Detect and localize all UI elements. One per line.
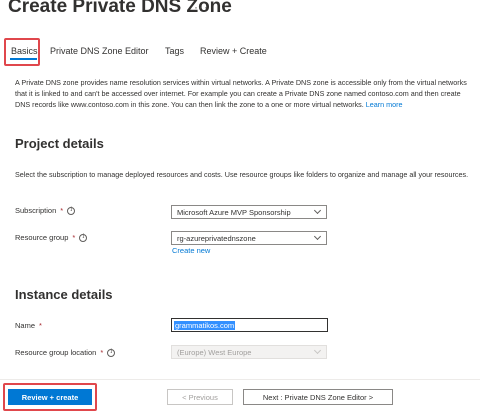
- location-dropdown: (Europe) West Europe: [171, 345, 327, 359]
- info-icon[interactable]: [107, 348, 116, 357]
- previous-button[interactable]: < Previous: [167, 389, 233, 405]
- name-input-value: grammatikos.com: [174, 321, 236, 330]
- required-marker: *: [60, 206, 64, 215]
- required-marker: *: [39, 321, 42, 330]
- subscription-label: Subscription *: [15, 206, 76, 215]
- create-new-link[interactable]: Create new: [172, 246, 210, 255]
- more-options-icon[interactable]: ···: [194, 0, 209, 14]
- location-value: (Europe) West Europe: [177, 348, 252, 357]
- resource-group-label: Resource group *: [15, 233, 88, 242]
- required-marker: *: [72, 233, 76, 242]
- footer-divider: [0, 379, 480, 380]
- resource-group-label-text: Resource group: [15, 233, 69, 242]
- required-marker: *: [100, 348, 104, 357]
- subscription-value: Microsoft Azure MVP Sponsorship: [177, 208, 291, 217]
- name-label: Name *: [15, 321, 42, 330]
- info-icon[interactable]: [67, 206, 76, 215]
- intro-description: A Private DNS zone provides name resolut…: [15, 77, 470, 110]
- subscription-label-text: Subscription: [15, 206, 57, 215]
- location-label: Resource group location *: [15, 348, 116, 357]
- project-details-heading: Project details: [15, 136, 104, 151]
- info-icon[interactable]: [79, 233, 88, 242]
- name-label-text: Name: [15, 321, 36, 330]
- resource-group-dropdown[interactable]: rg-azureprivatednszone: [171, 231, 327, 245]
- tab-private-dns-zone-editor[interactable]: Private DNS Zone Editor: [50, 46, 149, 56]
- subscription-dropdown[interactable]: Microsoft Azure MVP Sponsorship: [171, 205, 327, 219]
- project-details-description: Select the subscription to manage deploy…: [15, 170, 469, 179]
- instance-details-heading: Instance details: [15, 287, 113, 302]
- location-label-text: Resource group location: [15, 348, 97, 357]
- next-button[interactable]: Next : Private DNS Zone Editor >: [243, 389, 393, 405]
- resource-group-value: rg-azureprivatednszone: [177, 234, 256, 243]
- chevron-down-icon: [313, 206, 322, 215]
- tab-review-create[interactable]: Review + Create: [200, 46, 267, 56]
- highlight-box-basics-tab: [4, 38, 40, 66]
- chevron-down-icon: [313, 232, 322, 241]
- learn-more-link[interactable]: Learn more: [366, 100, 403, 109]
- chevron-down-icon: [313, 346, 322, 355]
- tab-tags[interactable]: Tags: [165, 46, 184, 56]
- name-input[interactable]: grammatikos.com: [171, 318, 328, 332]
- highlight-box-review-create: [3, 383, 97, 411]
